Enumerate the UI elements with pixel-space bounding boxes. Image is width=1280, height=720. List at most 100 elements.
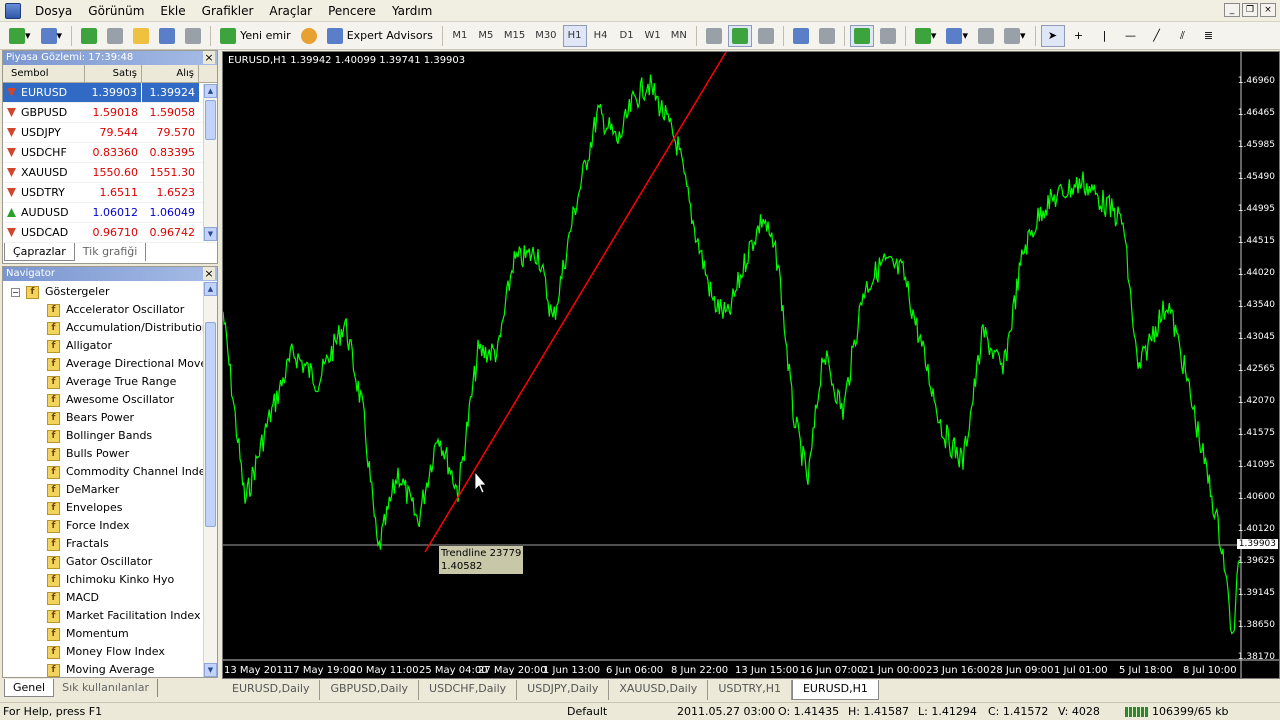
menu-pencere[interactable]: Pencere bbox=[320, 0, 384, 22]
indicator-item[interactable]: f Money Flow Index bbox=[11, 643, 217, 661]
indicator-item[interactable]: f MACD bbox=[11, 589, 217, 607]
timeframe-h1[interactable]: H1 bbox=[562, 24, 587, 47]
trendline-tool[interactable]: ╱ bbox=[1145, 25, 1169, 47]
market-watch-row-audusd[interactable]: AUDUSD 1.06012 1.06049 bbox=[3, 203, 217, 223]
chart-tab[interactable]: XAUUSD,Daily bbox=[609, 680, 709, 700]
channel-tool[interactable]: ⫽ bbox=[1171, 25, 1195, 47]
timeframe-w1[interactable]: W1 bbox=[641, 25, 665, 47]
chart-tab[interactable]: USDJPY,Daily bbox=[517, 680, 610, 700]
chart-tab[interactable]: EURUSD,Daily bbox=[222, 680, 321, 700]
header-symbol[interactable]: Sembol bbox=[3, 65, 85, 82]
navigator-scrollbar[interactable]: ▲ ▼ bbox=[203, 282, 217, 677]
chart-tab[interactable]: USDCHF,Daily bbox=[419, 680, 518, 700]
tree-root-indicators[interactable]: − f Göstergeler bbox=[11, 283, 217, 301]
zoom-in-button[interactable] bbox=[789, 25, 813, 47]
market-watch-scrollbar[interactable]: ▲ ▼ bbox=[203, 84, 217, 241]
timeframe-d1[interactable]: D1 bbox=[615, 25, 639, 47]
menu-dosya[interactable]: Dosya bbox=[27, 0, 80, 22]
nav-scroll-up-icon[interactable]: ▲ bbox=[204, 282, 217, 296]
timeframe-h4[interactable]: H4 bbox=[589, 25, 613, 47]
tab-genel[interactable]: Genel bbox=[4, 679, 55, 697]
horizontal-line-tool[interactable]: — bbox=[1119, 25, 1143, 47]
cursor-tool[interactable]: ➤ bbox=[1040, 24, 1065, 47]
header-ask[interactable]: Alış bbox=[142, 65, 199, 82]
data-window-button[interactable] bbox=[103, 25, 127, 47]
indicator-item[interactable]: f Gator Oscillator bbox=[11, 553, 217, 571]
scroll-down-icon[interactable]: ▼ bbox=[204, 227, 217, 241]
indicator-item[interactable]: f Average Directional Movement bbox=[11, 355, 217, 373]
alert-button[interactable] bbox=[297, 25, 321, 47]
market-watch-row-xauusd[interactable]: XAUUSD 1550.60 1551.30 bbox=[3, 163, 217, 183]
bar-chart-button[interactable] bbox=[702, 25, 726, 47]
indicator-item[interactable]: f Ichimoku Kinko Hyo bbox=[11, 571, 217, 589]
indicator-item[interactable]: f Fractals bbox=[11, 535, 217, 553]
timeframe-m30[interactable]: M30 bbox=[531, 25, 560, 47]
timeframe-m5[interactable]: M5 bbox=[474, 25, 498, 47]
indicator-item[interactable]: f Force Index bbox=[11, 517, 217, 535]
scroll-up-icon[interactable]: ▲ bbox=[204, 84, 217, 98]
indicator-item[interactable]: f Average True Range bbox=[11, 373, 217, 391]
collapse-icon[interactable]: − bbox=[11, 287, 20, 297]
menu-araclar[interactable]: Araçlar bbox=[261, 0, 320, 22]
new-chart-button[interactable]: ▾ bbox=[5, 25, 35, 47]
indicator-item[interactable]: f Momentum bbox=[11, 625, 217, 643]
timeframe-m1[interactable]: M1 bbox=[448, 25, 472, 47]
header-bid[interactable]: Satış bbox=[85, 65, 142, 82]
restore-button[interactable]: ❐ bbox=[1242, 3, 1258, 17]
chart-tab[interactable]: EURUSD,H1 bbox=[791, 680, 879, 700]
trendline[interactable] bbox=[424, 52, 727, 553]
chart-tab[interactable]: USDTRY,H1 bbox=[708, 680, 792, 700]
nav-scroll-down-icon[interactable]: ▼ bbox=[204, 663, 217, 677]
indicators-button[interactable]: ▾ bbox=[911, 25, 941, 47]
vertical-line-tool[interactable]: | bbox=[1093, 25, 1117, 47]
indicator-item[interactable]: f Moving Average bbox=[11, 661, 217, 679]
indicator-item[interactable]: f Envelopes bbox=[11, 499, 217, 517]
navigator-close-icon[interactable]: × bbox=[203, 267, 215, 280]
expert-advisors-button[interactable]: Expert Advisors bbox=[323, 25, 437, 47]
line-chart-button[interactable] bbox=[754, 25, 778, 47]
chart-shift-button[interactable] bbox=[876, 25, 900, 47]
menu-gorunum[interactable]: Görünüm bbox=[80, 0, 152, 22]
indicator-item[interactable]: f Accelerator Oscillator bbox=[11, 301, 217, 319]
profiles-button[interactable]: ▾ bbox=[37, 25, 67, 47]
indicator-item[interactable]: f Accumulation/Distribution bbox=[11, 319, 217, 337]
tab-sik-kullanilanlar[interactable]: Sık kullanılanlar bbox=[54, 679, 158, 697]
indicator-item[interactable]: f Bollinger Bands bbox=[11, 427, 217, 445]
indicator-item[interactable]: f Market Facilitation Index bbox=[11, 607, 217, 625]
indicator-item[interactable]: f Bears Power bbox=[11, 409, 217, 427]
scroll-thumb[interactable] bbox=[205, 100, 216, 140]
indicator-item[interactable]: f DeMarker bbox=[11, 481, 217, 499]
indicator-item[interactable]: f Awesome Oscillator bbox=[11, 391, 217, 409]
market-watch-button[interactable] bbox=[77, 25, 101, 47]
zoom-out-button[interactable] bbox=[815, 25, 839, 47]
new-order-button[interactable]: Yeni emir bbox=[216, 25, 295, 47]
market-watch-row-usdchf[interactable]: USDCHF 0.83360 0.83395 bbox=[3, 143, 217, 163]
crosshair-tool[interactable]: + bbox=[1067, 25, 1091, 47]
nav-scroll-thumb[interactable] bbox=[205, 322, 216, 527]
menu-grafikler[interactable]: Grafikler bbox=[194, 0, 262, 22]
market-watch-row-usdtry[interactable]: USDTRY 1.6511 1.6523 bbox=[3, 183, 217, 203]
chart-canvas[interactable] bbox=[223, 52, 1280, 679]
chart-templates-button[interactable]: ▾ bbox=[1000, 25, 1030, 47]
timeframe-m15[interactable]: M15 bbox=[500, 25, 529, 47]
chart-tab[interactable]: GBPUSD,Daily bbox=[320, 680, 420, 700]
periods-button[interactable]: ▾ bbox=[942, 25, 972, 47]
indicator-item[interactable]: f Commodity Channel Index bbox=[11, 463, 217, 481]
close-button[interactable]: × bbox=[1260, 3, 1276, 17]
navigator-button[interactable] bbox=[129, 25, 153, 47]
minimize-button[interactable]: _ bbox=[1224, 3, 1240, 17]
candlestick-button[interactable] bbox=[727, 24, 752, 47]
auto-scroll-button[interactable] bbox=[849, 24, 874, 47]
market-watch-row-usdjpy[interactable]: USDJPY 79.544 79.570 bbox=[3, 123, 217, 143]
market-watch-row-gbpusd[interactable]: GBPUSD 1.59018 1.59058 bbox=[3, 103, 217, 123]
strategy-tester-button[interactable] bbox=[181, 25, 205, 47]
market-watch-close-icon[interactable]: × bbox=[203, 51, 215, 64]
templates-button[interactable] bbox=[974, 25, 998, 47]
indicator-item[interactable]: f Bulls Power bbox=[11, 445, 217, 463]
menu-yardim[interactable]: Yardım bbox=[384, 0, 440, 22]
terminal-button[interactable] bbox=[155, 25, 179, 47]
timeframe-mn[interactable]: MN bbox=[667, 25, 691, 47]
market-watch-row-usdcad[interactable]: USDCAD 0.96710 0.96742 bbox=[3, 223, 217, 243]
tab-tik-grafigi[interactable]: Tik grafiği bbox=[75, 243, 147, 261]
tab-caprazlar[interactable]: Çaprazlar bbox=[4, 243, 75, 261]
